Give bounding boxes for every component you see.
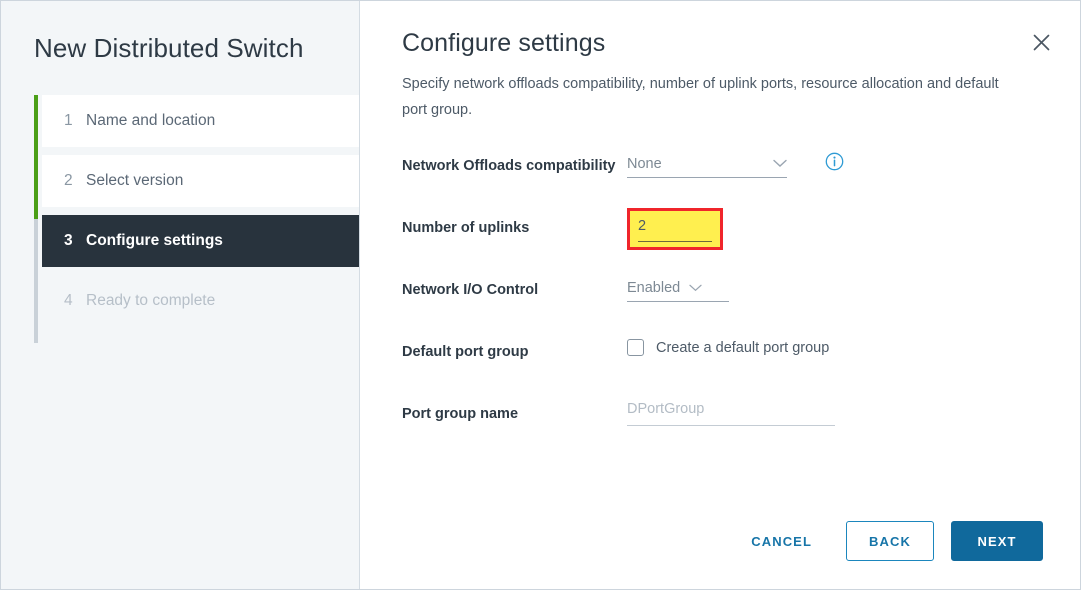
network-io-control-label: Network I/O Control	[402, 282, 539, 298]
step-divider	[1, 207, 359, 215]
cancel-button[interactable]: CANCEL	[733, 523, 830, 559]
sidebar-step-select-version[interactable]: 2 Select version	[42, 155, 359, 207]
form-row-network-io-control: Network I/O Control Enabled	[402, 275, 1040, 337]
checkbox-label: Create a default port group	[656, 339, 830, 356]
step-label: Configure settings	[86, 232, 223, 249]
close-icon[interactable]	[1026, 27, 1056, 57]
network-offloads-control: None	[627, 151, 1040, 178]
step-label: Name and location	[86, 112, 216, 129]
back-button[interactable]: BACK	[846, 521, 934, 561]
sidebar-step-configure-settings[interactable]: 3 Configure settings	[42, 215, 359, 267]
step-number: 4	[64, 292, 73, 309]
form-row-default-port-group: Default port group Create a default port…	[402, 337, 1040, 399]
port-group-name-placeholder: DPortGroup	[627, 401, 705, 417]
network-io-control-select[interactable]: Enabled	[627, 275, 729, 302]
page-description: Specify network offloads compatibility, …	[402, 76, 999, 118]
port-group-name-label: Port group name	[402, 406, 519, 422]
info-icon[interactable]	[825, 152, 844, 171]
form-row-network-offloads: Network Offloads compatibility None	[402, 151, 1040, 213]
default-port-group-label: Default port group	[402, 344, 529, 360]
form-row-number-of-uplinks: Number of uplinks 2	[402, 208, 1040, 275]
step-number: 3	[64, 232, 73, 249]
number-of-uplinks-value: 2	[638, 218, 647, 234]
wizard-footer: CANCEL BACK NEXT	[733, 521, 1043, 561]
chevron-down-icon	[773, 155, 787, 173]
port-group-name-control: DPortGroup	[627, 399, 1040, 426]
wizard-sidebar: New Distributed Switch 1 Name and locati…	[1, 1, 360, 589]
step-number: 1	[64, 112, 73, 129]
step-divider	[1, 147, 359, 155]
network-offloads-select[interactable]: None	[627, 151, 787, 178]
number-of-uplinks-highlight: 2	[627, 208, 723, 250]
checkbox-box[interactable]	[627, 339, 644, 356]
port-group-name-input[interactable]: DPortGroup	[627, 399, 835, 426]
sidebar-step-ready-to-complete[interactable]: 4 Ready to complete	[42, 275, 359, 327]
step-number: 2	[64, 172, 73, 189]
number-of-uplinks-control: 2	[627, 208, 1040, 250]
step-label: Ready to complete	[86, 292, 216, 309]
page-title: Configure settings	[402, 29, 606, 57]
wizard-title: New Distributed Switch	[34, 33, 304, 63]
default-port-group-control: Create a default port group	[627, 337, 1040, 356]
network-offloads-label: Network Offloads compatibility	[402, 158, 616, 174]
wizard-steps: 1 Name and location 2 Select version 3 C…	[1, 95, 359, 343]
network-offloads-value: None	[627, 156, 662, 172]
configure-settings-form: Network Offloads compatibility None Numb…	[402, 151, 1040, 461]
sidebar-step-name-and-location[interactable]: 1 Name and location	[42, 95, 359, 147]
step-rail-progress	[34, 95, 38, 219]
step-divider	[1, 267, 359, 275]
wizard-main-pane: Configure settings Specify network offlo…	[360, 1, 1080, 589]
create-default-port-group-checkbox[interactable]: Create a default port group	[627, 337, 829, 356]
form-row-port-group-name: Port group name DPortGroup	[402, 399, 1040, 461]
step-label: Select version	[86, 172, 184, 189]
number-of-uplinks-input[interactable]: 2	[638, 216, 712, 242]
network-io-control-control: Enabled	[627, 275, 1040, 302]
next-button[interactable]: NEXT	[951, 521, 1043, 561]
new-distributed-switch-wizard: New Distributed Switch 1 Name and locati…	[0, 0, 1081, 590]
number-of-uplinks-label: Number of uplinks	[402, 220, 530, 236]
network-io-control-value: Enabled	[627, 280, 681, 296]
chevron-down-icon	[689, 279, 702, 297]
